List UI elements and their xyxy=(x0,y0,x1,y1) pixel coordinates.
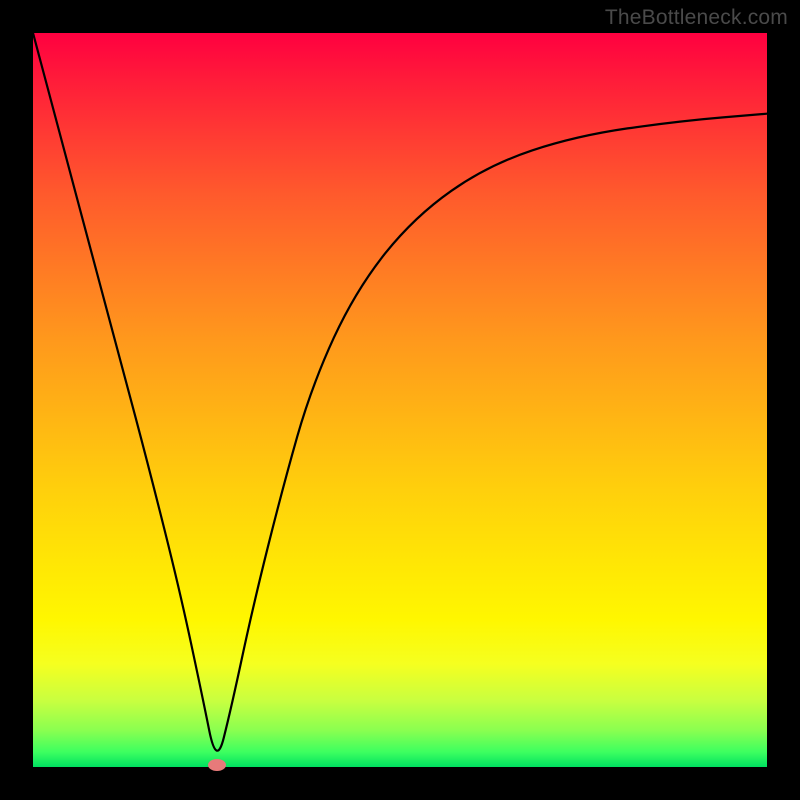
bottleneck-curve xyxy=(33,33,767,767)
watermark-text: TheBottleneck.com xyxy=(605,6,788,30)
chart-frame: TheBottleneck.com xyxy=(0,0,800,800)
optimal-point-marker xyxy=(208,759,226,771)
plot-area xyxy=(33,33,767,767)
